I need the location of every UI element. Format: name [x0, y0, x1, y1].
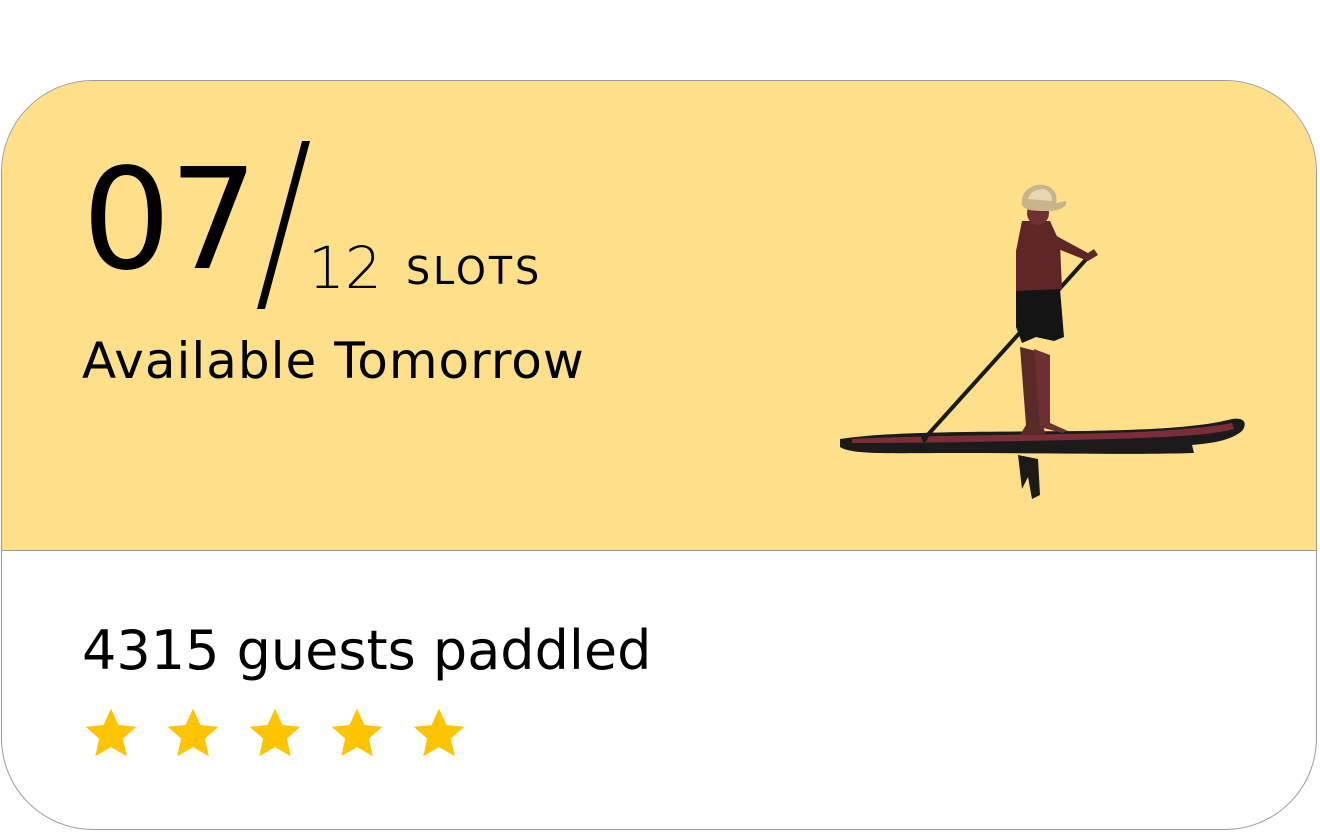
star-icon	[331, 708, 383, 757]
paddleboarder-illustration	[840, 184, 1245, 499]
guests-count-text: 4315 guests paddled	[82, 619, 652, 682]
star-icon	[167, 708, 219, 757]
star-icon	[249, 708, 301, 757]
slot-counter: 07 12 SLOTS	[82, 141, 782, 311]
availability-subtitle: Available Tomorrow	[82, 332, 585, 390]
star-rating	[80, 703, 470, 765]
availability-section: 07 12 SLOTS Available Tomorrow	[2, 81, 1316, 551]
available-slots-count: 07	[82, 139, 258, 302]
guests-section: 4315 guests paddled	[2, 551, 1316, 829]
slots-unit-label: SLOTS	[406, 249, 543, 293]
availability-card: 07 12 SLOTS Available Tomorrow 4315 gues…	[1, 80, 1317, 830]
star-icon	[85, 708, 137, 757]
star-icon	[413, 708, 465, 757]
total-slots-count: 12	[308, 234, 382, 302]
slash-divider	[257, 141, 311, 309]
